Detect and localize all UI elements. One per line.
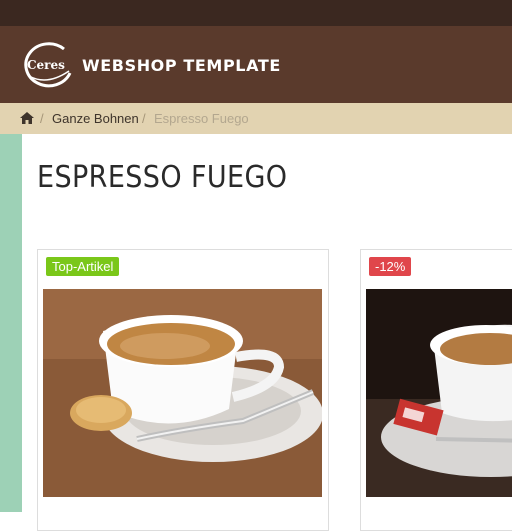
- breadcrumb-current: Espresso Fuego: [154, 111, 249, 126]
- badge-discount: -12%: [369, 257, 412, 276]
- product-image-espresso-with-candy[interactable]: [366, 289, 512, 497]
- product-image-espresso-cup[interactable]: [43, 289, 322, 497]
- brand-title[interactable]: WEBSHOP TEMPLATE: [82, 56, 281, 75]
- ceres-logo[interactable]: Ceres: [18, 40, 76, 90]
- breadcrumb-separator: /: [40, 111, 44, 126]
- left-accent-strip: [0, 134, 22, 512]
- page-title: ESPRESSO FUEGO: [37, 160, 288, 195]
- top-bar: [0, 0, 512, 26]
- product-card[interactable]: Top-Artikel: [37, 249, 329, 531]
- breadcrumb: / Ganze Bohnen / Espresso Fuego: [0, 103, 512, 134]
- breadcrumb-link-ganze-bohnen[interactable]: Ganze Bohnen: [52, 111, 139, 126]
- badge-top-artikel: Top-Artikel: [46, 257, 120, 276]
- logo-text: Ceres: [27, 58, 65, 72]
- home-icon[interactable]: [20, 112, 34, 124]
- site-header: Ceres WEBSHOP TEMPLATE: [0, 26, 512, 103]
- breadcrumb-separator: /: [142, 111, 146, 126]
- product-card[interactable]: -12%: [360, 249, 512, 531]
